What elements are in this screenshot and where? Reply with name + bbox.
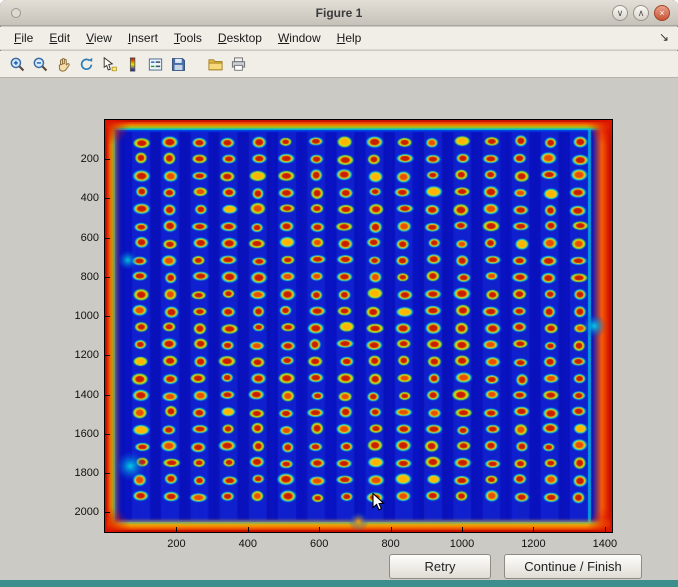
continue-button[interactable]: Continue / Finish: [504, 554, 642, 579]
save-icon[interactable]: [167, 53, 189, 75]
x-tick: [462, 527, 463, 532]
x-tick: [605, 527, 606, 532]
x-tick-label: 1200: [512, 537, 554, 551]
dock-figure-icon[interactable]: ↘: [659, 30, 669, 44]
y-tick: [105, 159, 110, 160]
x-tick-label: 600: [298, 537, 340, 551]
y-tick-label: 1400: [57, 388, 99, 402]
insert-legend-icon[interactable]: [144, 53, 166, 75]
y-tick-label: 400: [57, 191, 99, 205]
y-tick: [105, 355, 110, 356]
menu-tools[interactable]: Tools: [166, 28, 210, 48]
window-controls: ∨ ∧ ×: [612, 5, 670, 21]
y-tick: [105, 473, 110, 474]
menu-help[interactable]: Help: [329, 28, 370, 48]
x-tick: [319, 527, 320, 532]
y-tick-label: 200: [57, 152, 99, 166]
y-tick-label: 1600: [57, 427, 99, 441]
open-icon[interactable]: [204, 53, 226, 75]
menu-file[interactable]: File: [6, 28, 41, 48]
menu-window[interactable]: Window: [270, 28, 329, 48]
x-tick-label: 400: [227, 537, 269, 551]
x-tick-label: 1400: [584, 537, 626, 551]
close-button[interactable]: ×: [654, 5, 670, 21]
axes: 2004006008001000120014002004006008001000…: [104, 119, 613, 533]
y-tick: [105, 316, 110, 317]
y-tick: [105, 277, 110, 278]
data-cursor-icon[interactable]: [98, 53, 120, 75]
x-tick-label: 200: [155, 537, 197, 551]
minimize-button[interactable]: ∨: [612, 5, 628, 21]
x-tick: [176, 527, 177, 532]
menu-desktop[interactable]: Desktop: [210, 28, 270, 48]
titlebar[interactable]: Figure 1 ∨ ∧ ×: [0, 0, 678, 26]
y-tick: [105, 512, 110, 513]
window-title: Figure 1: [0, 6, 678, 20]
menu-insert[interactable]: Insert: [120, 28, 166, 48]
zoom-out-icon[interactable]: [29, 53, 51, 75]
y-tick-label: 1800: [57, 466, 99, 480]
y-tick: [105, 434, 110, 435]
x-tick: [533, 527, 534, 532]
pan-icon[interactable]: [52, 53, 74, 75]
zoom-in-icon[interactable]: [6, 53, 28, 75]
y-tick-label: 2000: [57, 505, 99, 519]
x-tick: [391, 527, 392, 532]
y-tick-label: 1000: [57, 309, 99, 323]
y-tick: [105, 238, 110, 239]
y-tick: [105, 395, 110, 396]
rotate-3d-icon[interactable]: [75, 53, 97, 75]
figure-client-area: 200 400 600 800 1000 1200 1400 200 400 600 800 1000…: [0, 78, 678, 580]
y-tick: [105, 198, 110, 199]
y-tick-label: 1200: [57, 348, 99, 362]
retry-button[interactable]: Retry: [389, 554, 491, 579]
desktop-strip: [0, 580, 678, 587]
figure-toolbar: [0, 51, 678, 78]
y-tick-label: 600: [57, 231, 99, 245]
figure-window: Figure 1 ∨ ∧ × ↘ FileEditViewInsertTools…: [0, 0, 678, 587]
x-tick-label: 1000: [441, 537, 483, 551]
print-icon[interactable]: [227, 53, 249, 75]
y-tick-label: 800: [57, 270, 99, 284]
maximize-button[interactable]: ∧: [633, 5, 649, 21]
microarray-image[interactable]: [105, 120, 612, 532]
menu-edit[interactable]: Edit: [41, 28, 78, 48]
menubar: ↘ FileEditViewInsertToolsDesktopWindowHe…: [0, 27, 678, 50]
x-tick: [248, 527, 249, 532]
colorbar-icon[interactable]: [121, 53, 143, 75]
x-tick-label: 800: [370, 537, 412, 551]
menu-view[interactable]: View: [78, 28, 120, 48]
